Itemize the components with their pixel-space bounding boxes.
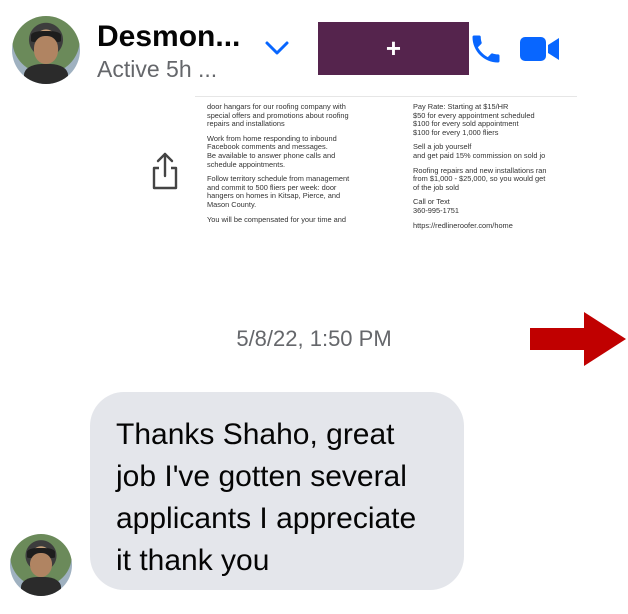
document-left-column: door hangars for our roofing company wit…: [207, 102, 397, 230]
sender-avatar[interactable]: [10, 534, 72, 596]
contact-status: Active 5h ...: [97, 56, 218, 82]
document-paragraph: https://redlineroofer.com/home: [413, 220, 513, 230]
document-right-column: Pay Rate: Starting at $15/HR $50 for eve…: [413, 102, 577, 236]
avatar-face: [29, 552, 53, 578]
document-paragraph: door hangars for our roofing company wit…: [207, 102, 349, 129]
share-icon[interactable]: [148, 150, 182, 192]
document-paragraph: Follow territory schedule from managemen…: [207, 174, 350, 209]
document-paragraph: Work from home responding to inbound Fac…: [207, 133, 337, 169]
chat-header: Desmon... Active 5h ... +: [0, 0, 628, 100]
phone-icon[interactable]: [468, 31, 504, 67]
document-paragraph: You will be compensated for your time an…: [207, 214, 346, 224]
contact-name[interactable]: Desmon...: [97, 20, 240, 54]
message-bubble[interactable]: Thanks Shaho, great job I've gotten seve…: [90, 392, 464, 590]
document-paragraph: Sell a job yourself and get paid 15% com…: [413, 142, 546, 160]
avatar-shirt: [21, 577, 61, 596]
document-paragraph: Call or Text 360-995-1751: [413, 197, 460, 215]
document-attachment[interactable]: door hangars for our roofing company wit…: [195, 96, 577, 277]
chevron-down-icon[interactable]: [262, 36, 292, 60]
document-paragraph: Roofing repairs and new installations ra…: [413, 165, 547, 192]
contact-avatar[interactable]: [12, 16, 80, 84]
video-call-icon[interactable]: [519, 33, 561, 65]
red-arrow-annotation: [530, 312, 626, 366]
add-button[interactable]: +: [318, 22, 469, 75]
avatar-face: [33, 36, 59, 64]
avatar-shirt: [24, 63, 68, 84]
document-paragraph: Pay Rate: Starting at $15/HR $50 for eve…: [413, 102, 535, 137]
